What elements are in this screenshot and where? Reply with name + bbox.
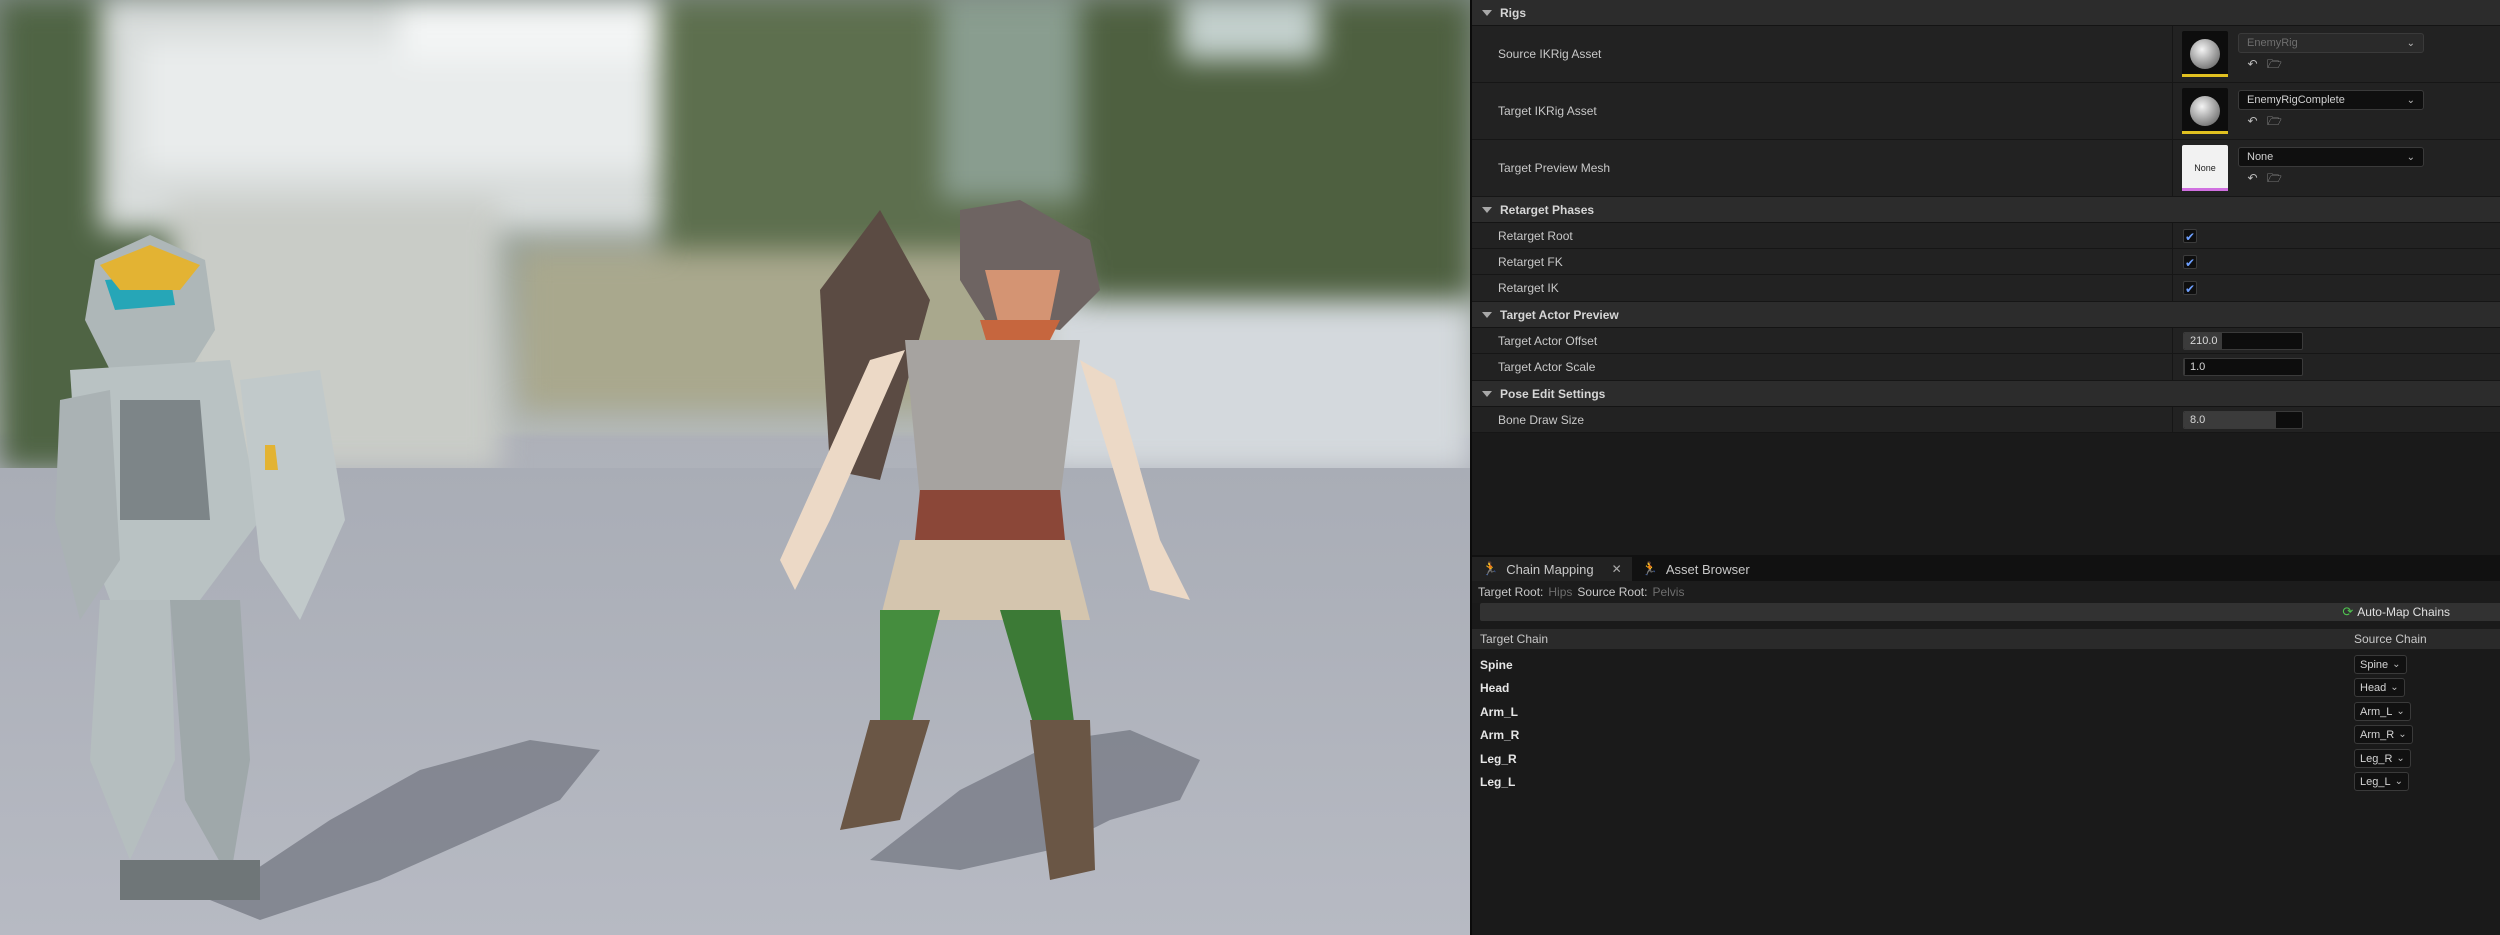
chevron-down-icon: ⌄ (2398, 729, 2407, 740)
chevron-down-icon: ⌄ (2390, 682, 2399, 693)
browse-asset-icon[interactable]: 🗁 (2267, 115, 2282, 128)
source-chain-combo[interactable]: Arm_L ⌄ (2354, 702, 2411, 721)
collapse-triangle-icon[interactable] (1482, 206, 1492, 213)
reset-arrow-icon[interactable]: ↶ (2246, 172, 2259, 185)
table-row: Leg_R Leg_R ⌄ (1472, 747, 2500, 770)
row-target-preview-mesh: Target Preview Mesh None None ⌄ ↶ 🗁 (1472, 140, 2500, 197)
target-ikrig-combo[interactable]: EnemyRigComplete ⌄ (2238, 90, 2424, 110)
section-retarget-phases[interactable]: Retarget Phases (1472, 197, 2500, 223)
chain-table-header: Target Chain Source Chain (1472, 629, 2500, 649)
row-source-ikrig: Source IKRig Asset EnemyRig ⌄ ↶ 🗁 (1472, 26, 2500, 83)
chevron-down-icon: ⌄ (2394, 776, 2403, 787)
source-chain-combo[interactable]: Spine ⌄ (2354, 655, 2407, 674)
target-ikrig-thumbnail[interactable] (2182, 88, 2228, 134)
characters-layer (55, 200, 1200, 920)
bone-draw-size-field[interactable]: 8.0 (2183, 411, 2303, 429)
chevron-down-icon: ⌄ (2396, 706, 2405, 717)
row-target-actor-scale: Target Actor Scale 1.0 (1472, 354, 2500, 381)
row-retarget-ik: Retarget IK ✔ (1472, 275, 2500, 302)
automap-bar: ⟳ Auto-Map Chains (1480, 603, 2500, 621)
running-figure-icon: 🏃 (1482, 561, 1499, 576)
bottom-tab-bar: 🏃 Chain Mapping ✕ 🏃 Asset Browser (1472, 555, 2500, 581)
robot-character (55, 235, 345, 900)
table-row: Spine Spine ⌄ (1472, 653, 2500, 676)
chevron-down-icon: ⌄ (2406, 94, 2415, 106)
retarget-details-panel: Rigs Source IKRig Asset EnemyRig ⌄ ↶ 🗁 T… (1470, 0, 2500, 935)
preview-mesh-combo[interactable]: None ⌄ (2238, 147, 2424, 167)
collapse-triangle-icon[interactable] (1482, 390, 1492, 397)
chevron-down-icon: ⌄ (2392, 659, 2401, 670)
row-retarget-fk: Retarget FK ✔ (1472, 249, 2500, 275)
section-pose-edit-settings[interactable]: Pose Edit Settings (1472, 381, 2500, 407)
row-bone-draw-size: Bone Draw Size 8.0 (1472, 407, 2500, 433)
col-source-chain[interactable]: Source Chain (2354, 632, 2427, 646)
col-target-chain[interactable]: Target Chain (1480, 632, 1548, 646)
tab-asset-browser[interactable]: 🏃 Asset Browser (1632, 557, 1760, 581)
browse-asset-icon[interactable]: 🗁 (2267, 172, 2282, 185)
section-rigs[interactable]: Rigs (1472, 0, 2500, 26)
close-icon[interactable]: ✕ (1612, 562, 1622, 576)
auto-map-chains-button[interactable]: ⟳ Auto-Map Chains (2342, 603, 2450, 621)
table-row: Arm_R Arm_R ⌄ (1472, 723, 2500, 746)
row-retarget-root: Retarget Root ✔ (1472, 223, 2500, 249)
source-chain-combo[interactable]: Arm_R ⌄ (2354, 725, 2413, 744)
browse-asset-icon[interactable]: 🗁 (2267, 58, 2282, 71)
source-ikrig-combo[interactable]: EnemyRig ⌄ (2238, 33, 2424, 53)
target-actor-scale-field[interactable]: 1.0 (2183, 358, 2303, 376)
target-actor-offset-field[interactable]: 210.0 (2183, 332, 2303, 350)
source-chain-combo[interactable]: Head ⌄ (2354, 678, 2405, 697)
chevron-down-icon: ⌄ (2406, 37, 2415, 49)
row-target-ikrig: Target IKRig Asset EnemyRigComplete ⌄ ↶ … (1472, 83, 2500, 140)
collapse-triangle-icon[interactable] (1482, 9, 1492, 16)
preview-mesh-thumbnail[interactable]: None (2182, 145, 2228, 191)
chevron-down-icon: ⌄ (2396, 753, 2405, 764)
asset-sphere-icon (2190, 39, 2220, 69)
asset-sphere-icon (2190, 96, 2220, 126)
source-chain-combo[interactable]: Leg_L ⌄ (2354, 772, 2409, 791)
section-target-actor-preview[interactable]: Target Actor Preview (1472, 302, 2500, 328)
table-row: Leg_L Leg_L ⌄ (1472, 770, 2500, 793)
table-row: Head Head ⌄ (1472, 676, 2500, 699)
retarget-root-checkbox[interactable]: ✔ (2183, 229, 2197, 244)
running-figure-icon: 🏃 (1641, 561, 1658, 576)
reset-arrow-icon[interactable]: ↶ (2246, 58, 2259, 71)
3d-viewport[interactable] (0, 0, 1470, 935)
retarget-ik-checkbox[interactable]: ✔ (2183, 281, 2197, 296)
source-chain-combo[interactable]: Leg_R ⌄ (2354, 749, 2411, 768)
chevron-down-icon: ⌄ (2406, 151, 2415, 163)
reset-arrow-icon[interactable]: ↶ (2246, 115, 2259, 128)
collapse-triangle-icon[interactable] (1482, 311, 1492, 318)
root-info-bar: Target Root: Hips Source Root: Pelvis (1472, 581, 2500, 603)
table-row: Arm_L Arm_L ⌄ (1472, 700, 2500, 723)
row-target-actor-offset: Target Actor Offset 210.0 (1472, 328, 2500, 354)
source-ikrig-thumbnail[interactable] (2182, 31, 2228, 77)
refresh-icon: ⟳ (2342, 604, 2354, 619)
retarget-fk-checkbox[interactable]: ✔ (2183, 255, 2197, 270)
tab-chain-mapping[interactable]: 🏃 Chain Mapping ✕ (1472, 557, 1632, 581)
